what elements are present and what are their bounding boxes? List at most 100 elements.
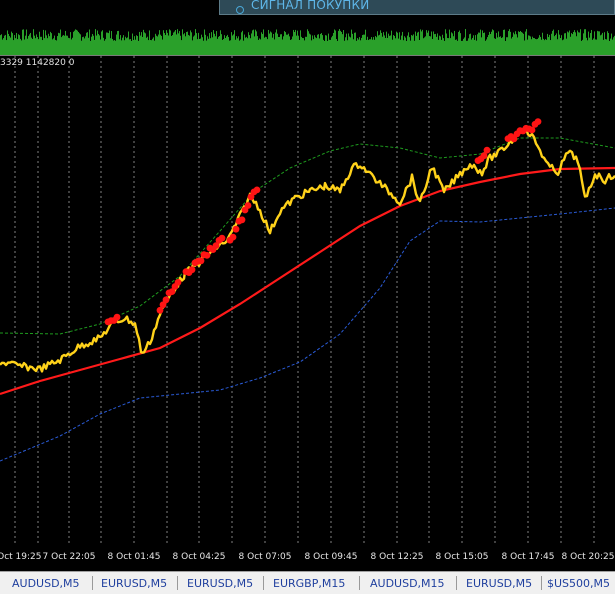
volume-bar — [9, 36, 10, 55]
volume-bar — [575, 32, 576, 55]
volume-bar — [371, 37, 372, 55]
volume-bar — [331, 37, 332, 55]
volume-bar — [417, 32, 418, 55]
volume-bar — [374, 39, 375, 55]
volume-bar — [267, 39, 268, 55]
volume-bar — [329, 39, 330, 55]
volume-bar — [360, 40, 361, 55]
volume-bar — [454, 30, 455, 55]
buy-signal-marker — [232, 225, 240, 233]
volume-bar — [453, 36, 454, 55]
chart-tab-us500-m5[interactable]: $US500,M5 — [547, 575, 610, 592]
volume-bar — [352, 33, 353, 55]
volume-bar — [424, 37, 425, 55]
volume-bar — [497, 37, 498, 55]
volume-bar — [340, 30, 341, 55]
volume-bar — [322, 35, 323, 55]
volume-bar — [70, 32, 71, 55]
volume-bar — [3, 38, 4, 55]
volume-bar — [142, 36, 143, 55]
volume-bar — [94, 39, 95, 55]
volume-bar — [328, 33, 329, 55]
chart-tab-audusd-m5[interactable]: AUDUSD,M5 — [12, 575, 80, 592]
chart-tab-eurusd-m5-3[interactable]: EURUSD,M5 — [466, 575, 532, 592]
volume-bar — [466, 40, 467, 55]
volume-bar — [493, 30, 494, 55]
volume-bar — [251, 33, 252, 55]
volume-bar — [587, 40, 588, 55]
volume-bar — [362, 35, 363, 55]
volume-bar — [423, 38, 424, 55]
volume-bar — [137, 36, 138, 55]
volume-bar — [154, 40, 155, 55]
chart-tab-eurusd-m5[interactable]: EURUSD,M5 — [101, 575, 167, 592]
volume-bar — [95, 29, 96, 55]
volume-bar — [325, 35, 326, 55]
volume-bar — [495, 38, 496, 55]
volume-bar — [431, 31, 432, 55]
volume-bar — [289, 36, 290, 55]
volume-bar — [420, 29, 421, 55]
volume-bar — [474, 39, 475, 55]
chart-tab-eurgbp-m15[interactable]: EURGBP,M15 — [273, 575, 345, 592]
volume-bar — [317, 34, 318, 55]
volume-bar — [247, 38, 248, 55]
volume-bar — [346, 33, 347, 55]
volume-bar — [299, 39, 300, 55]
volume-bar — [46, 35, 47, 55]
volume-bar — [164, 33, 165, 55]
volume-bar — [486, 39, 487, 55]
volume-bar — [488, 34, 489, 55]
volume-bar — [54, 35, 55, 55]
volume-bar — [215, 36, 216, 55]
volume-bar — [65, 30, 66, 55]
volume-bar — [173, 32, 174, 55]
volume-panel[interactable] — [0, 16, 615, 55]
volume-bar — [106, 32, 107, 55]
volume-bar — [393, 35, 394, 55]
chart-window[interactable]: СИГНАЛ ПОКУПКИ 3329 1142820 0 7 Oct 19:2… — [0, 0, 615, 594]
chart-tab-eurusd-m5-2[interactable]: EURUSD,M5 — [187, 575, 253, 592]
volume-bar — [545, 39, 546, 55]
volume-bar — [57, 36, 58, 55]
volume-bar — [51, 33, 52, 55]
volume-bar — [16, 32, 17, 55]
volume-bar — [213, 30, 214, 55]
volume-bar — [133, 39, 134, 55]
volume-bar — [429, 36, 430, 55]
volume-bar — [239, 40, 240, 55]
volume-bar — [131, 40, 132, 55]
price-line — [0, 127, 615, 373]
volume-bar — [36, 34, 37, 55]
price-chart[interactable] — [0, 56, 615, 543]
volume-bar — [529, 35, 530, 55]
volume-bar — [248, 32, 249, 55]
volume-bar — [254, 36, 255, 55]
volume-bar — [203, 40, 204, 55]
volume-bar — [108, 33, 109, 55]
volume-bar — [330, 39, 331, 55]
volume-bar — [23, 29, 24, 55]
volume-bar — [337, 40, 338, 55]
volume-bar — [48, 33, 49, 55]
volume-bar — [158, 34, 159, 55]
volume-bar — [398, 38, 399, 55]
volume-bar — [492, 29, 493, 55]
volume-bar — [195, 29, 196, 55]
volume-bar — [527, 39, 528, 55]
volume-bar — [471, 39, 472, 55]
volume-bar — [496, 32, 497, 55]
volume-bar — [234, 30, 235, 55]
volume-bar — [105, 39, 106, 55]
volume-bar — [140, 35, 141, 55]
volume-bar — [310, 34, 311, 55]
volume-bar — [78, 32, 79, 55]
volume-bar — [245, 37, 246, 55]
volume-bar — [193, 36, 194, 55]
volume-bar — [428, 30, 429, 55]
volume-bar — [62, 35, 63, 55]
chart-tab-audusd-m15[interactable]: AUDUSD,M15 — [370, 575, 445, 592]
volume-bar — [397, 32, 398, 55]
volume-bar — [358, 39, 359, 55]
volume-bar — [141, 32, 142, 55]
